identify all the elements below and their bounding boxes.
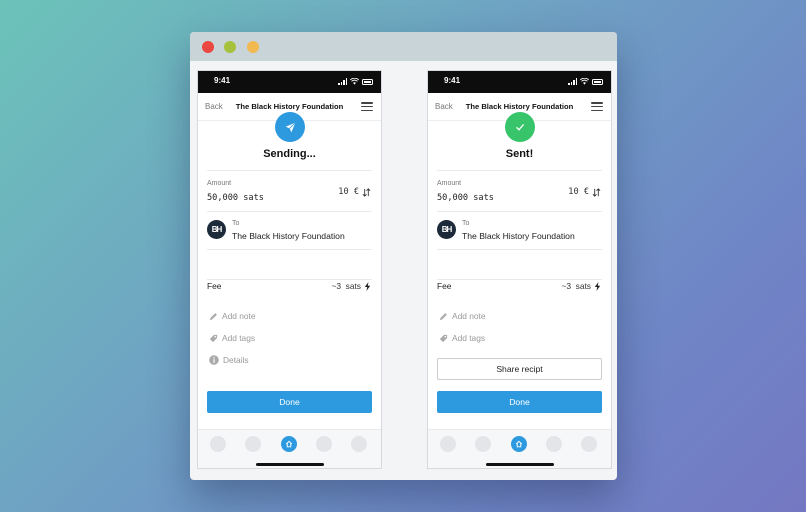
recipient-label: To <box>462 220 470 227</box>
done-button[interactable]: Done <box>437 391 602 413</box>
fee-value-group: ~3 sats <box>561 281 601 291</box>
divider <box>207 170 372 171</box>
add-note-label: Add note <box>222 311 256 321</box>
add-tags-label: Add tags <box>452 333 486 343</box>
divider <box>437 279 602 280</box>
done-button[interactable]: Done <box>207 391 372 413</box>
page-title: The Black History Foundation <box>465 102 574 111</box>
wifi-icon <box>350 78 359 85</box>
tab-item[interactable] <box>351 436 367 452</box>
tab-item[interactable] <box>581 436 597 452</box>
fee-value: ~3 sats <box>331 281 361 291</box>
hamburger-menu-icon[interactable] <box>361 102 373 111</box>
tab-item[interactable] <box>440 436 456 452</box>
fee-label: Fee <box>437 281 452 291</box>
home-indicator <box>256 463 324 466</box>
add-tags-button[interactable]: Add tags <box>209 333 255 343</box>
fiat-toggle[interactable]: 10 € <box>568 187 601 197</box>
recipient-label: To <box>232 220 240 227</box>
add-tags-button[interactable]: Add tags <box>439 333 485 343</box>
fiat-toggle[interactable]: 10 € <box>338 187 371 197</box>
tab-bar <box>428 429 611 468</box>
divider <box>207 211 372 212</box>
tab-home[interactable] <box>511 436 527 452</box>
avatar: BH <box>207 220 226 239</box>
add-note-button[interactable]: Add note <box>439 311 486 321</box>
details-label: Details <box>223 355 249 365</box>
wifi-icon <box>580 78 589 85</box>
divider <box>437 249 602 250</box>
amount-label: Amount <box>437 180 462 187</box>
pencil-icon <box>439 312 447 320</box>
home-icon <box>285 440 293 448</box>
share-receipt-button[interactable]: Share recipt <box>437 358 602 380</box>
info-icon <box>209 355 219 365</box>
amount-label: Amount <box>207 180 232 187</box>
divider <box>207 249 372 250</box>
avatar: BH <box>437 220 456 239</box>
paper-plane-icon <box>275 112 305 142</box>
page-title: The Black History Foundation <box>235 102 344 111</box>
battery-icon <box>362 79 373 85</box>
tag-icon <box>439 334 448 342</box>
divider <box>207 279 372 280</box>
status-heading: Sending... <box>263 148 316 160</box>
fiat-value: 10 € <box>568 187 589 197</box>
recipient-name: The Black History Foundation <box>462 231 575 241</box>
tab-bar <box>198 429 381 468</box>
tab-item[interactable] <box>316 436 332 452</box>
maximize-window-button[interactable] <box>247 41 259 53</box>
add-note-label: Add note <box>452 311 486 321</box>
amount-value: 50,000 sats <box>207 193 264 203</box>
status-time: 9:41 <box>444 76 461 85</box>
tab-home[interactable] <box>281 436 297 452</box>
swap-arrows-icon <box>362 187 371 197</box>
phone-sent-screen: 9:41 Back The Black History Foundation S… <box>427 70 612 469</box>
close-window-button[interactable] <box>202 41 214 53</box>
phone-status-bar: 9:41 <box>428 71 611 93</box>
details-button[interactable]: Details <box>209 355 249 365</box>
tab-item[interactable] <box>210 436 226 452</box>
home-icon <box>515 440 523 448</box>
divider <box>437 170 602 171</box>
minimize-window-button[interactable] <box>224 41 236 53</box>
lightning-icon <box>594 281 601 291</box>
pencil-icon <box>209 312 217 320</box>
tab-item[interactable] <box>475 436 491 452</box>
lightning-icon <box>364 281 371 291</box>
recipient-name: The Black History Foundation <box>232 231 345 241</box>
tab-item[interactable] <box>546 436 562 452</box>
tab-item[interactable] <box>245 436 261 452</box>
fee-value: ~3 sats <box>561 281 591 291</box>
add-tags-label: Add tags <box>222 333 256 343</box>
status-time: 9:41 <box>214 76 231 85</box>
checkmark-icon <box>505 112 535 142</box>
battery-icon <box>592 79 603 85</box>
signal-icon <box>338 78 347 85</box>
phone-status-bar: 9:41 <box>198 71 381 93</box>
fiat-value: 10 € <box>338 187 359 197</box>
hamburger-menu-icon[interactable] <box>591 102 603 111</box>
divider <box>437 211 602 212</box>
tag-icon <box>209 334 218 342</box>
fee-value-group: ~3 sats <box>331 281 371 291</box>
home-indicator <box>486 463 554 466</box>
app-window: 9:41 Back The Black History Foundation S… <box>190 32 617 480</box>
window-titlebar <box>190 32 617 61</box>
swap-arrows-icon <box>592 187 601 197</box>
fee-label: Fee <box>207 281 222 291</box>
signal-icon <box>568 78 577 85</box>
add-note-button[interactable]: Add note <box>209 311 256 321</box>
amount-value: 50,000 sats <box>437 193 494 203</box>
status-heading: Sent! <box>505 148 534 160</box>
phone-sending-screen: 9:41 Back The Black History Foundation S… <box>197 70 382 469</box>
